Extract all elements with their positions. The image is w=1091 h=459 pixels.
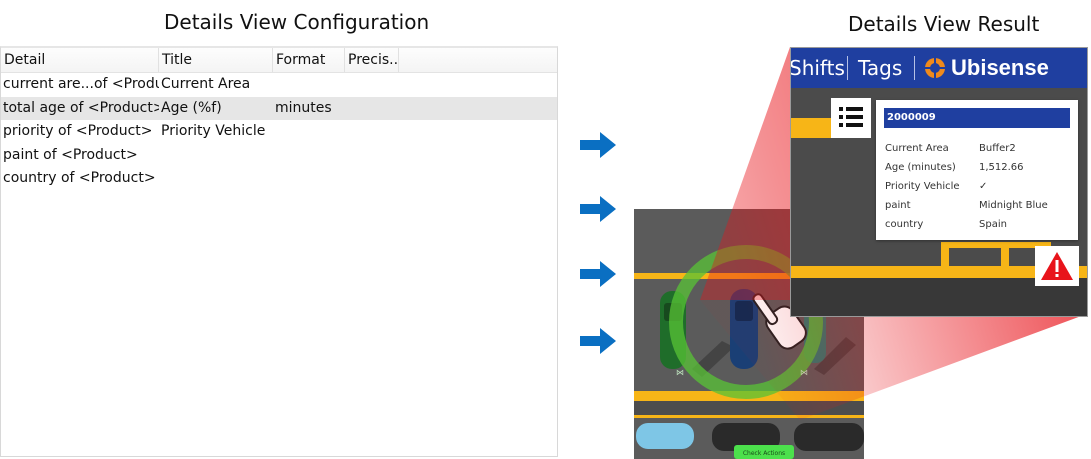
arrow-right-icon xyxy=(580,196,616,222)
title-cell: Priority Vehicle xyxy=(161,123,266,139)
vehicle[interactable] xyxy=(636,423,694,449)
column-header-title[interactable]: Title xyxy=(159,48,273,72)
card-row-label: Current Area xyxy=(885,143,949,154)
nav-tags[interactable]: Tags xyxy=(858,48,902,88)
precision-cell xyxy=(345,73,399,97)
precision-cell xyxy=(345,97,399,121)
checkmark-icon: ✓ xyxy=(979,181,988,192)
card-row: Age (minutes) 1,512.66 xyxy=(885,158,1071,177)
card-row: paint Midnight Blue xyxy=(885,196,1071,215)
format-cell xyxy=(273,167,345,191)
card-row-label: Priority Vehicle xyxy=(885,181,960,192)
format-cell: minutes xyxy=(275,99,332,116)
detail-cell: country of <Product> xyxy=(3,170,156,186)
card-row-label: Age (minutes) xyxy=(885,162,956,173)
details-card: 2000009 Current Area Buffer2 Age (minute… xyxy=(876,100,1078,240)
table-row-selected[interactable]: total age of <Product> Age (%f) minutes xyxy=(1,96,557,121)
table-header: Detail Title Format Precis... xyxy=(1,48,557,73)
nav-divider xyxy=(914,56,915,80)
nav-shifts[interactable]: Shifts xyxy=(791,48,845,88)
list-icon xyxy=(839,107,863,127)
details-config-table: Detail Title Format Precis... current ar… xyxy=(0,46,558,457)
detail-cell: paint of <Product> xyxy=(3,146,138,163)
column-header-detail[interactable]: Detail xyxy=(1,48,159,72)
format-cell xyxy=(273,73,345,97)
table-row[interactable]: priority of <Product> Priority Vehicle xyxy=(1,120,557,144)
precision-cell xyxy=(345,144,399,168)
card-row-label: country xyxy=(885,219,924,230)
card-row: country Spain xyxy=(885,215,1071,234)
detail-cell: total age of <Product> xyxy=(3,99,159,116)
title-cell: Age (%f) xyxy=(161,99,222,116)
detail-cell: current are...of <Product> xyxy=(3,76,159,92)
precision-cell xyxy=(345,120,399,144)
card-row-value: 1,512.66 xyxy=(979,162,1024,173)
nav-divider xyxy=(847,56,848,80)
brand-name[interactable]: Ubisense xyxy=(951,48,1049,88)
action-label-text: Check Actions xyxy=(743,450,785,457)
format-cell xyxy=(273,144,345,168)
lane-line xyxy=(634,415,864,418)
card-row-value: Midnight Blue xyxy=(979,200,1048,211)
tag-marker-icon: ⋈ xyxy=(676,368,684,377)
table-row[interactable]: country of <Product> xyxy=(1,167,557,191)
table-row[interactable]: current are...of <Product> Current Area xyxy=(1,73,557,97)
table-row[interactable]: paint of <Product> xyxy=(1,144,557,168)
warning-icon xyxy=(1041,252,1073,280)
title-cell xyxy=(159,167,273,191)
top-nav-bar: Shifts Tags Ubisense xyxy=(791,48,1087,88)
card-row: Priority Vehicle ✓ xyxy=(885,177,1071,196)
detail-cell: priority of <Product> xyxy=(3,123,153,139)
arrow-right-icon xyxy=(580,132,616,158)
configuration-heading: Details View Configuration xyxy=(164,10,430,34)
column-header-precision[interactable]: Precis... xyxy=(345,48,399,72)
list-icon-button[interactable] xyxy=(831,98,871,138)
title-cell: Current Area xyxy=(161,76,251,92)
title-cell xyxy=(159,144,273,168)
result-heading: Details View Result xyxy=(848,12,1040,36)
vehicle[interactable] xyxy=(794,423,864,451)
ubisense-logo-icon xyxy=(924,57,946,79)
card-row-label: paint xyxy=(885,200,911,211)
arrow-right-icon xyxy=(580,261,616,287)
details-view-window: Shifts Tags Ubisense 2000009 Current Are… xyxy=(790,47,1088,317)
card-title: 2000009 xyxy=(884,108,1070,128)
card-row-value: Spain xyxy=(979,219,1007,230)
arrow-right-icon xyxy=(580,328,616,354)
column-header-format[interactable]: Format xyxy=(273,48,345,72)
precision-cell xyxy=(345,167,399,191)
format-cell xyxy=(273,120,345,144)
card-row-value: Buffer2 xyxy=(979,143,1016,154)
card-row: Current Area Buffer2 xyxy=(885,139,1071,158)
tag-marker-icon: ⋈ xyxy=(800,368,808,377)
warning-button[interactable] xyxy=(1035,246,1079,286)
